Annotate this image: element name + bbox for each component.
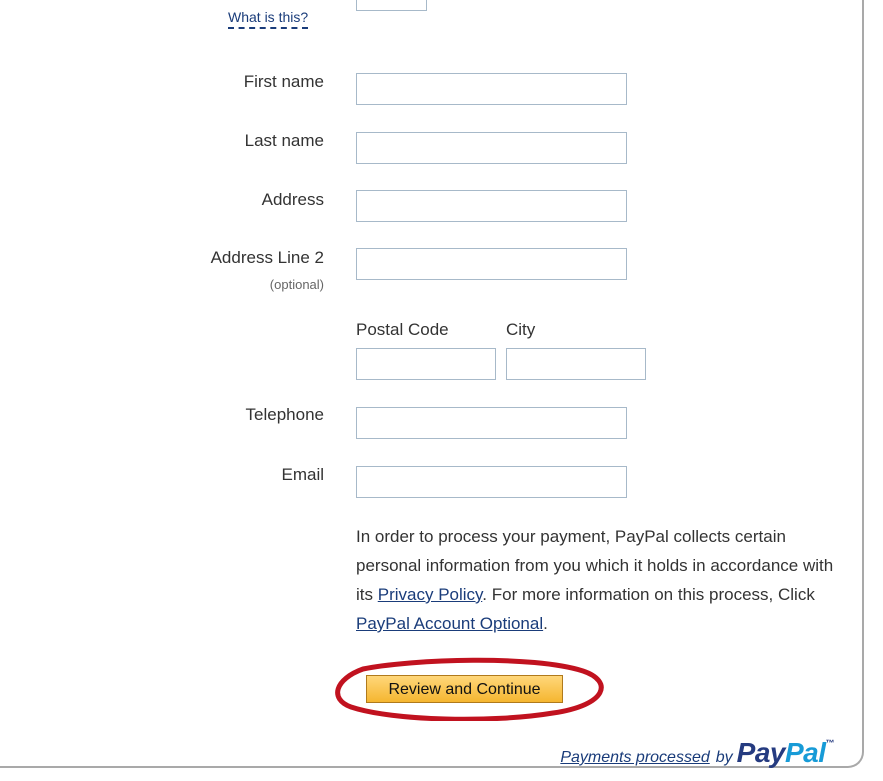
- info-text-2: . For more information on this process, …: [482, 585, 815, 604]
- first-name-label: First name: [243, 72, 324, 91]
- address-line-2-label: Address Line 2: [210, 248, 324, 267]
- paypal-logo: PayPal™: [736, 737, 835, 769]
- info-text-3: .: [543, 614, 548, 633]
- paypal-logo-trademark: ™: [825, 738, 835, 748]
- last-name-input[interactable]: [356, 132, 627, 164]
- paypal-account-optional-link[interactable]: PayPal Account Optional: [356, 614, 543, 633]
- telephone-input[interactable]: [356, 407, 627, 439]
- payments-processed-link[interactable]: Payments processed: [560, 749, 709, 767]
- review-and-continue-button[interactable]: Review and Continue: [366, 675, 563, 703]
- payments-footer: Payments processed by PayPal™: [560, 737, 834, 769]
- postal-code-label: Postal Code: [356, 320, 449, 339]
- paypal-logo-pay: Pay: [736, 737, 786, 768]
- what-is-this-link[interactable]: What is this?: [228, 9, 309, 29]
- city-label: City: [506, 320, 536, 339]
- address-line-2-input[interactable]: [356, 248, 627, 280]
- checkout-form-panel: What is this? First name Last name Addre…: [0, 0, 883, 781]
- footer-by-text: by: [715, 749, 733, 766]
- first-name-input[interactable]: [356, 73, 627, 105]
- email-label: Email: [281, 465, 324, 484]
- city-input[interactable]: [506, 348, 646, 380]
- address-input[interactable]: [356, 190, 627, 222]
- address-label: Address: [261, 190, 324, 209]
- privacy-info-text: In order to process your payment, PayPal…: [356, 522, 836, 638]
- privacy-policy-link[interactable]: Privacy Policy: [378, 585, 483, 604]
- last-name-label: Last name: [244, 131, 324, 150]
- postal-code-input[interactable]: [356, 348, 496, 380]
- telephone-label: Telephone: [245, 405, 324, 424]
- paypal-logo-pal: Pal: [784, 737, 826, 768]
- address-line-2-optional-note: (optional): [269, 277, 324, 292]
- panel-border: [0, 0, 864, 768]
- security-code-input[interactable]: [356, 0, 427, 11]
- email-input[interactable]: [356, 466, 627, 498]
